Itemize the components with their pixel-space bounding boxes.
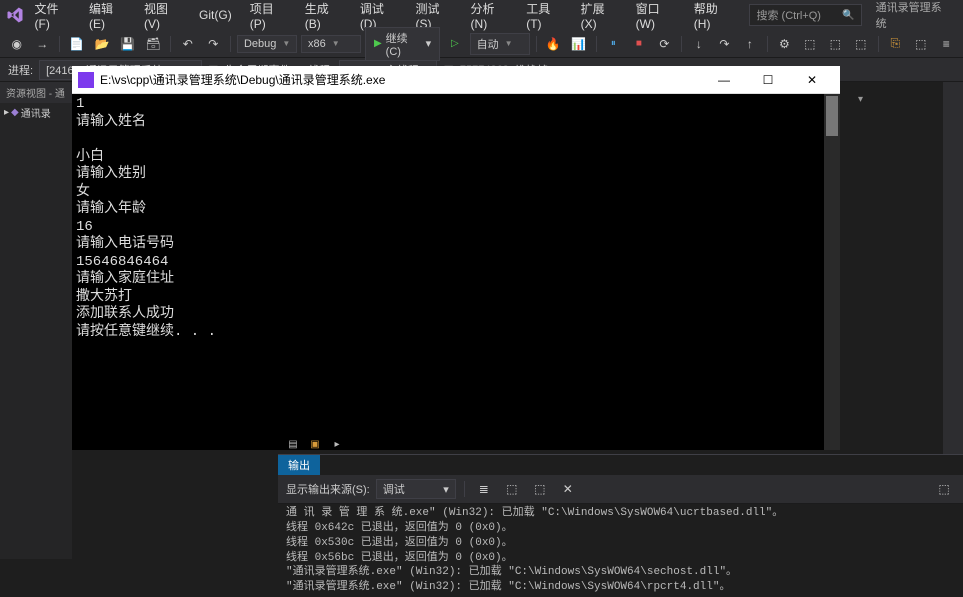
- tool-icon[interactable]: ⬚: [910, 33, 932, 55]
- separator: [170, 36, 171, 52]
- menu-build[interactable]: 生成(B): [297, 0, 350, 35]
- menu-bar: 文件(F) 编辑(E) 视图(V) Git(G) 项目(P) 生成(B) 调试(…: [0, 0, 963, 30]
- chevron-down-icon: ▼: [282, 39, 290, 48]
- menu-project[interactable]: 项目(P): [242, 0, 295, 35]
- console-app-icon: [78, 72, 94, 88]
- tree-item[interactable]: ▸ ◆ 通讯录: [0, 103, 72, 122]
- output-source-dropdown[interactable]: 调试▾: [376, 479, 456, 499]
- tab-icon[interactable]: ▣: [306, 436, 324, 452]
- auto-dropdown[interactable]: 自动▼: [470, 33, 530, 55]
- menu-extensions[interactable]: 扩展(X): [573, 0, 626, 35]
- menu-tools[interactable]: 工具(T): [518, 0, 570, 35]
- save-icon[interactable]: 💾: [117, 33, 139, 55]
- new-file-icon[interactable]: 📄: [66, 33, 88, 55]
- right-dropdown[interactable]: ▾: [858, 94, 863, 105]
- menu-analyze[interactable]: 分析(N): [463, 0, 517, 35]
- tab-icon[interactable]: ▤: [284, 436, 302, 452]
- chevron-down-icon: ▾: [443, 483, 449, 496]
- config-dropdown[interactable]: Debug▼: [237, 35, 297, 53]
- menu-file[interactable]: 文件(F): [27, 0, 79, 35]
- separator: [596, 36, 597, 52]
- output-tool-icon[interactable]: ⬚: [529, 478, 551, 500]
- pause-icon[interactable]: ⏸: [603, 33, 625, 55]
- continue-button[interactable]: ▶继续(C)▾: [365, 27, 440, 61]
- maximize-button[interactable]: ☐: [746, 66, 790, 94]
- search-input[interactable]: 搜索 (Ctrl+Q) 🔍: [749, 4, 861, 26]
- tool-tabs: ▤ ▣ ▸: [278, 434, 352, 454]
- separator: [767, 36, 768, 52]
- separator: [878, 36, 879, 52]
- panel-title: 资源视图 - 通: [0, 82, 72, 103]
- step-over-icon[interactable]: ↷: [714, 33, 736, 55]
- output-tool-icon[interactable]: ⬚: [501, 478, 523, 500]
- menu-git[interactable]: Git(G): [191, 4, 240, 26]
- menu-window[interactable]: 窗口(W): [628, 0, 684, 35]
- nav-back-icon[interactable]: ◉: [6, 33, 28, 55]
- output-toolbar: 显示输出来源(S): 调试▾ ≣ ⬚ ⬚ ✕ ⬚: [278, 475, 963, 504]
- open-icon[interactable]: 📂: [91, 33, 113, 55]
- search-placeholder: 搜索 (Ctrl+Q): [756, 7, 820, 23]
- chevron-right-icon: ▸: [4, 107, 9, 118]
- search-icon: 🔍: [842, 10, 854, 21]
- tool-icon[interactable]: ≡: [936, 33, 958, 55]
- minimize-button[interactable]: —: [702, 66, 746, 94]
- output-logs: 通 讯 录 管 理 系 统.exe" (Win32): 已加载 "C:\Wind…: [278, 504, 963, 597]
- output-tab[interactable]: 输出: [278, 455, 320, 475]
- console-title: E:\vs\cpp\通讯录管理系统\Debug\通讯录管理系统.exe: [100, 71, 702, 88]
- tool-icon[interactable]: ⬚: [825, 33, 847, 55]
- step-out-icon[interactable]: ↑: [739, 33, 761, 55]
- stop-icon[interactable]: ■: [628, 33, 650, 55]
- solution-name: 通讯录管理系统: [866, 0, 957, 31]
- output-tool-icon[interactable]: ⬚: [933, 478, 955, 500]
- play-icon: ▶: [374, 38, 382, 49]
- output-panel: 输出 显示输出来源(S): 调试▾ ≣ ⬚ ⬚ ✕ ⬚ 通 讯 录 管 理 系 …: [278, 454, 963, 559]
- tool-icon[interactable]: ⬚: [799, 33, 821, 55]
- console-window: E:\vs\cpp\通讯录管理系统\Debug\通讯录管理系统.exe — ☐ …: [72, 66, 840, 450]
- separator: [230, 36, 231, 52]
- console-body: 1 请输入姓名 小白 请输入姓别 女 请输入年龄 16 请输入电话号码 1564…: [72, 94, 840, 450]
- scrollbar-thumb[interactable]: [826, 96, 838, 136]
- save-all-icon[interactable]: 🗃: [142, 33, 164, 55]
- redo-icon[interactable]: ↷: [202, 33, 224, 55]
- output-tool-icon[interactable]: ≣: [473, 478, 495, 500]
- tab-icon[interactable]: ▸: [328, 436, 346, 452]
- restart-icon[interactable]: ⟳: [654, 33, 676, 55]
- process-label: 进程:: [8, 62, 33, 78]
- start-no-debug-icon[interactable]: ▷: [444, 33, 466, 55]
- chart-icon[interactable]: 📊: [568, 33, 590, 55]
- vs-logo-icon: [6, 5, 25, 25]
- chevron-down-icon: ▾: [426, 37, 432, 50]
- tree-item-label: 通讯录: [21, 105, 51, 120]
- separator: [464, 481, 465, 497]
- undo-icon[interactable]: ↶: [177, 33, 199, 55]
- menu-help[interactable]: 帮助(H): [686, 0, 740, 35]
- separator: [536, 36, 537, 52]
- separator: [59, 36, 60, 52]
- chevron-down-icon: ▼: [505, 39, 513, 48]
- close-button[interactable]: ✕: [790, 66, 834, 94]
- menu-edit[interactable]: 编辑(E): [81, 0, 134, 35]
- step-into-icon[interactable]: ↓: [688, 33, 710, 55]
- live-share-icon[interactable]: ⎘: [885, 33, 907, 55]
- separator: [681, 36, 682, 52]
- scrollbar[interactable]: [824, 94, 840, 450]
- console-titlebar[interactable]: E:\vs\cpp\通讯录管理系统\Debug\通讯录管理系统.exe — ☐ …: [72, 66, 840, 94]
- tool-icon[interactable]: ⚙: [774, 33, 796, 55]
- menu-view[interactable]: 视图(V): [136, 0, 189, 35]
- tool-icon[interactable]: ⬚: [850, 33, 872, 55]
- flame-icon[interactable]: 🔥: [543, 33, 565, 55]
- platform-dropdown[interactable]: x86▼: [301, 35, 361, 53]
- main-toolbar: ◉ → 📄 📂 💾 🗃 ↶ ↷ Debug▼ x86▼ ▶继续(C)▾ ▷ 自动…: [0, 30, 963, 58]
- right-dock-strip[interactable]: [943, 82, 963, 482]
- project-icon: ◆: [11, 107, 19, 118]
- console-text: 1 请输入姓名 小白 请输入姓别 女 请输入年龄 16 请输入电话号码 1564…: [72, 94, 840, 343]
- clear-icon[interactable]: ✕: [557, 478, 579, 500]
- nav-fwd-icon[interactable]: →: [32, 33, 54, 55]
- output-source-label: 显示输出来源(S):: [286, 481, 370, 497]
- chevron-down-icon: ▼: [332, 39, 340, 48]
- resource-view-panel: 资源视图 - 通 ▸ ◆ 通讯录: [0, 82, 72, 559]
